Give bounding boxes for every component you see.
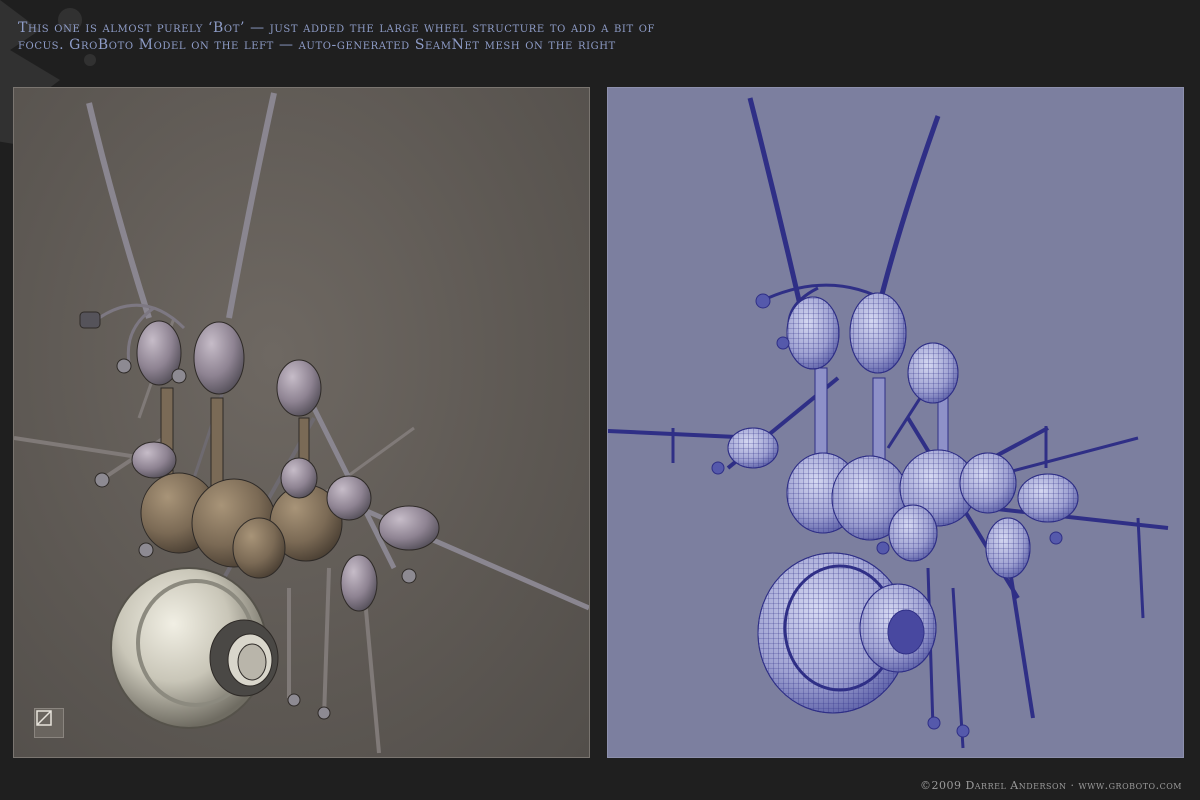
seamnet-mesh-render-panel bbox=[607, 87, 1184, 758]
robot-model-illustration bbox=[14, 92, 589, 754]
caption-text: This one is almost purely ‘Bot’ — just a… bbox=[18, 20, 778, 54]
caption-line-1: This one is almost purely ‘Bot’ — just a… bbox=[18, 20, 656, 36]
cube-frame-icon bbox=[34, 708, 64, 738]
caption-line-2: focus. GroBoto Model on the left — auto-… bbox=[18, 37, 616, 53]
copyright-footer: ©2009 Darrel Anderson · www.groboto.com bbox=[919, 779, 1182, 792]
mesh-wireframe-illustration bbox=[608, 97, 1169, 749]
groboto-model-render-panel bbox=[13, 87, 590, 758]
